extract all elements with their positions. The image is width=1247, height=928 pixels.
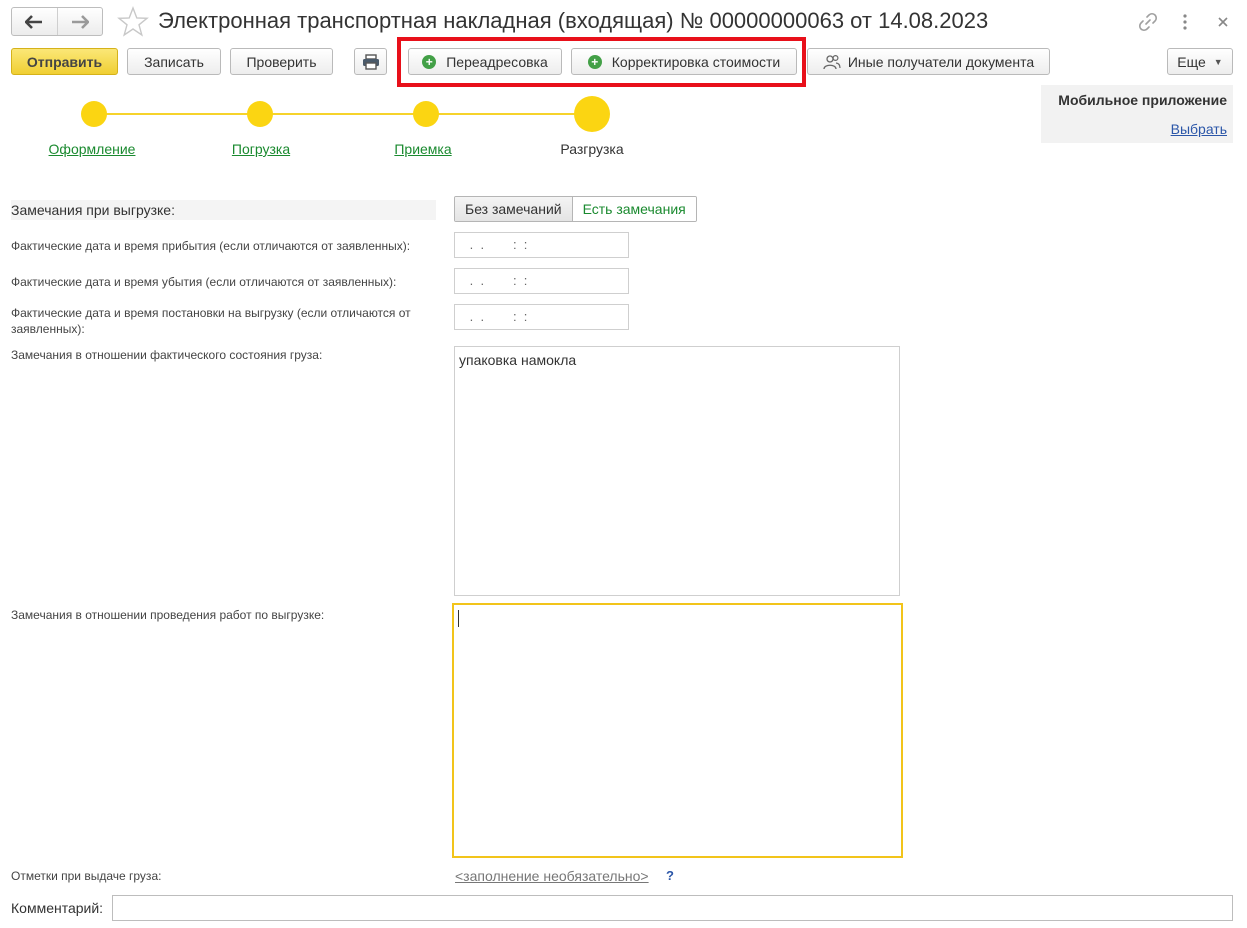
departure-datetime-input[interactable]: . . : : — [454, 268, 629, 294]
caret-down-icon: ▼ — [1213, 56, 1223, 67]
link-icon[interactable] — [1136, 10, 1160, 34]
more-button[interactable]: Еще ▼ — [1167, 48, 1233, 75]
close-icon[interactable] — [1211, 10, 1235, 34]
more-label: Еще — [1177, 53, 1206, 70]
mobile-app-title: Мобильное приложение — [1058, 92, 1227, 108]
comment-input[interactable] — [112, 895, 1233, 921]
highlight-frame — [397, 37, 806, 87]
cargo-state-textarea[interactable]: упаковка намокла — [454, 346, 900, 596]
has-remarks-option[interactable]: Есть замечания — [572, 197, 696, 221]
progress-line — [94, 113, 592, 115]
text-cursor — [458, 610, 459, 627]
remarks-label: Замечания при выгрузке: — [11, 200, 436, 220]
check-button[interactable]: Проверить — [230, 48, 333, 75]
step-registration-link[interactable]: Оформление — [49, 141, 136, 157]
save-button[interactable]: Записать — [127, 48, 221, 75]
arrival-datetime-input[interactable]: . . : : — [454, 232, 629, 258]
page-title: Электронная транспортная накладная (вход… — [158, 8, 989, 33]
mobile-app-select-link[interactable]: Выбрать — [1171, 121, 1227, 137]
back-button[interactable] — [12, 8, 57, 35]
step-dot-registration — [81, 101, 107, 127]
arrow-right-icon — [71, 14, 89, 29]
step-unloading-label: Разгрузка — [560, 141, 624, 157]
remarks-switch: Без замечаний Есть замечания — [454, 196, 697, 222]
step-loading-link[interactable]: Погрузка — [232, 141, 290, 157]
mobile-app-panel: Мобильное приложение Выбрать — [1041, 85, 1233, 143]
forward-button[interactable] — [56, 8, 102, 35]
departure-label: Фактические дата и время убытия (если от… — [11, 275, 397, 289]
step-dot-loading — [247, 101, 273, 127]
no-remarks-option[interactable]: Без замечаний — [455, 197, 573, 221]
issue-marks-label: Отметки при выдаче груза: — [11, 869, 162, 883]
unloading-works-textarea[interactable] — [452, 603, 903, 858]
favorite-star-icon[interactable] — [117, 6, 149, 38]
cargo-state-label: Замечания в отношении фактического состо… — [11, 348, 323, 362]
other-recipients-label: Иные получатели документа — [847, 53, 1035, 70]
arrow-left-icon — [25, 14, 43, 29]
comment-label: Комментарий: — [11, 900, 104, 916]
other-recipients-button[interactable]: Иные получатели документа — [807, 48, 1050, 75]
kebab-menu-icon[interactable] — [1173, 10, 1197, 34]
printer-icon — [362, 53, 379, 70]
unloading-start-datetime-input[interactable]: . . : : — [454, 304, 629, 330]
arrival-label: Фактические дата и время прибытия (если … — [11, 239, 411, 253]
unloading-start-label: Фактические дата и время постановки на в… — [11, 306, 411, 336]
help-icon[interactable]: ? — [666, 868, 674, 883]
unloading-works-label: Замечания в отношении проведения работ п… — [11, 608, 325, 622]
users-icon — [823, 54, 841, 69]
step-acceptance-link[interactable]: Приемка — [394, 141, 451, 157]
step-dot-unloading — [574, 96, 610, 132]
navigation-buttons — [11, 7, 103, 36]
step-dot-acceptance — [413, 101, 439, 127]
issue-marks-link[interactable]: <заполнение необязательно> — [455, 868, 649, 884]
print-button[interactable] — [354, 48, 387, 75]
send-button[interactable]: Отправить — [11, 48, 118, 75]
